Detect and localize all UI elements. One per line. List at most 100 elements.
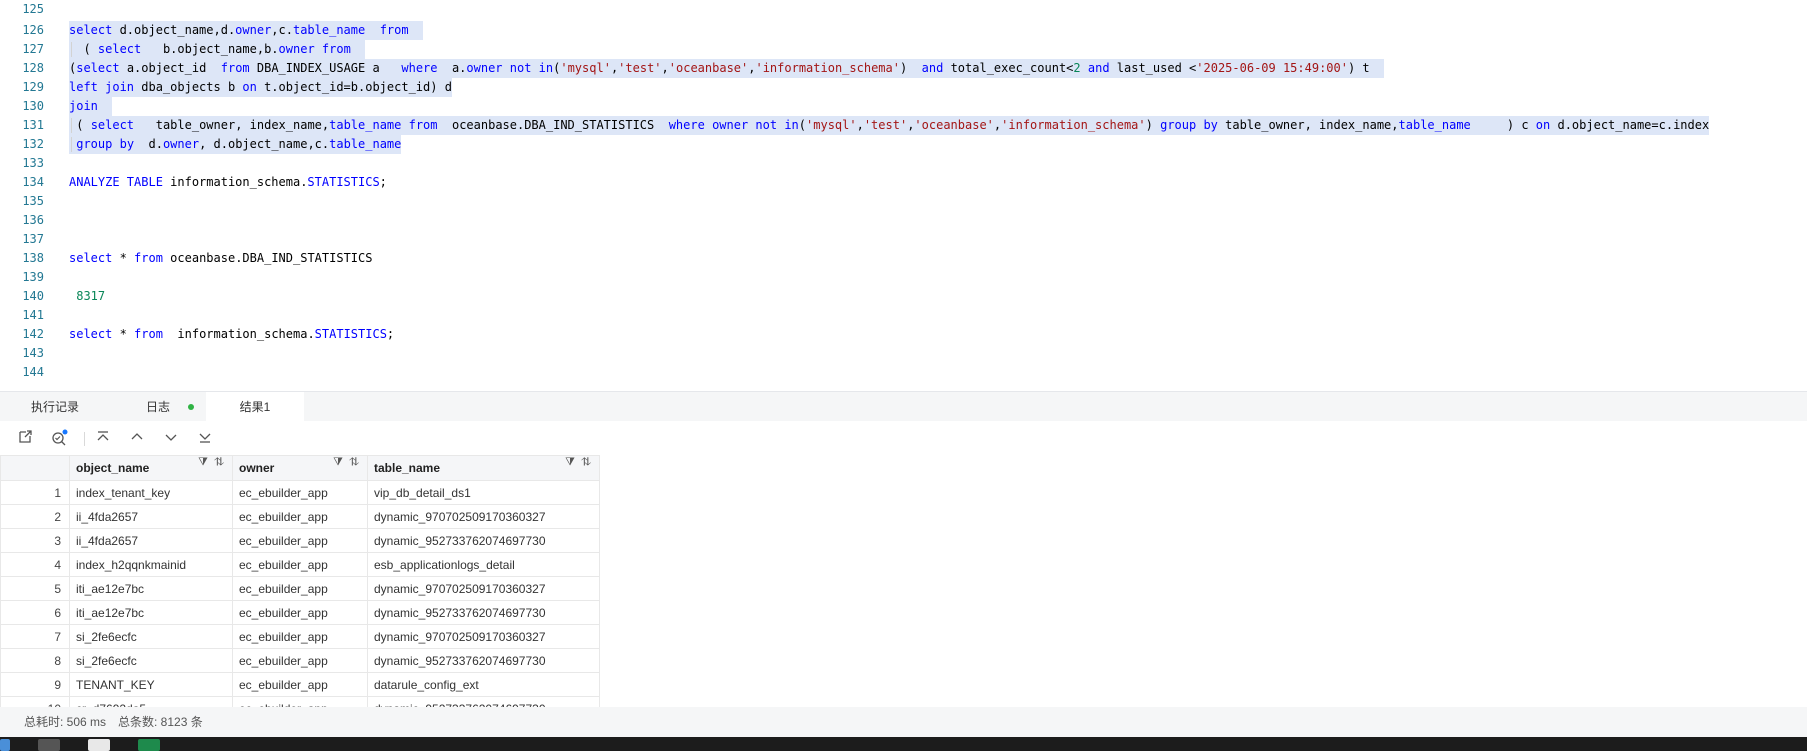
editor-line[interactable]: 126 select d.object_name,d.owner,c.table_…: [0, 21, 1807, 40]
editor-line[interactable]: 127 ( select b.object_name,b.owner from: [0, 40, 1807, 59]
export-icon[interactable]: [16, 429, 34, 447]
cell-owner[interactable]: ec_ebuilder_app: [232, 696, 368, 707]
editor-line[interactable]: 132 group by d.owner, d.object_name,c.ta…: [0, 135, 1807, 154]
cell-table-name[interactable]: dynamic_970702509170360327: [367, 624, 600, 649]
code-text: 8317: [69, 287, 105, 306]
editor-line[interactable]: 131 ( select table_owner, index_name,tab…: [0, 116, 1807, 135]
cell-table-name[interactable]: dynamic_952733762074697730: [367, 600, 600, 625]
last-page-icon[interactable]: [196, 429, 214, 447]
code-token: ) t: [1347, 61, 1385, 75]
first-page-icon[interactable]: [94, 429, 112, 447]
editor-line[interactable]: 141: [0, 306, 1807, 325]
cell-object-name[interactable]: index_h2qqnkmainid: [69, 552, 233, 577]
table-row[interactable]: 8 si_2fe6ecfc ec_ebuilder_app dynamic_95273…: [0, 648, 600, 673]
code-text: ( select table_owner, index_name,table_n…: [69, 116, 1710, 135]
code-token: t.object_id=b.object_id) d: [256, 80, 452, 94]
cell-table-name[interactable]: dynamic_970702509170360327: [367, 504, 600, 529]
table-row[interactable]: 4 index_h2qqnkmainid ec_ebuilder_app esb_ap…: [0, 552, 600, 577]
cell-table-name[interactable]: dynamic_952733762074697730: [367, 696, 600, 707]
cell-object-name[interactable]: cr_d7692da5: [69, 696, 233, 707]
tab-log[interactable]: 日志: [110, 392, 206, 422]
row-number: 7: [0, 624, 70, 649]
table-row[interactable]: 1 index_tenant_key ec_ebuilder_app vip_db_d…: [0, 480, 600, 505]
terminal-icon[interactable]: [38, 739, 60, 751]
cell-table-name[interactable]: dynamic_970702509170360327: [367, 576, 600, 601]
code-token: *: [112, 251, 135, 265]
cell-object-name[interactable]: si_2fe6ecfc: [69, 648, 233, 673]
filter-icon[interactable]: ⧩: [333, 457, 343, 469]
cell-owner[interactable]: ec_ebuilder_app: [232, 600, 368, 625]
cell-object-name[interactable]: iti_ae12e7bc: [69, 600, 233, 625]
editor-line[interactable]: 136: [0, 211, 1807, 230]
editor-line[interactable]: 140 8317: [0, 287, 1807, 306]
cell-object-name[interactable]: index_tenant_key: [69, 480, 233, 505]
filter-icon[interactable]: ⧩: [565, 457, 575, 469]
editor-line[interactable]: 138 select * from oceanbase.DBA_IND_STATI…: [0, 249, 1807, 268]
search-settings-icon[interactable]: [50, 429, 68, 447]
cell-owner[interactable]: ec_ebuilder_app: [232, 528, 368, 553]
editor-line[interactable]: 125: [0, 0, 1807, 19]
editor-line[interactable]: 143: [0, 344, 1807, 363]
editor-line[interactable]: 134 ANALYZE TABLE information_schema.STAT…: [0, 173, 1807, 192]
sort-icon[interactable]: ⇅: [581, 457, 591, 469]
cell-owner[interactable]: ec_ebuilder_app: [232, 672, 368, 697]
cell-owner[interactable]: ec_ebuilder_app: [232, 648, 368, 673]
editor-line[interactable]: 129 left join dba_objects b on t.object_i…: [0, 78, 1807, 97]
editor-line[interactable]: 130 join: [0, 97, 1807, 116]
table-row[interactable]: 10cr_d7692da5ec_ebuilder_appdynamic_9527…: [0, 696, 600, 707]
cell-table-name[interactable]: esb_applicationlogs_detail: [367, 552, 600, 577]
filter-icon[interactable]: ⧩: [198, 457, 208, 469]
column-header-owner[interactable]: owner ⧩ ⇅: [232, 455, 368, 481]
sql-editor[interactable]: 125 126 select d.object_name,d.owner,c.tab…: [0, 0, 1807, 391]
previous-icon[interactable]: [128, 429, 146, 447]
result-grid: object_name ⧩ ⇅ owner ⧩ ⇅ table_name ⧩ ⇅: [0, 455, 600, 707]
cell-object-name[interactable]: si_2fe6ecfc: [69, 624, 233, 649]
code-token: owner: [712, 118, 749, 132]
cell-owner[interactable]: ec_ebuilder_app: [232, 504, 368, 529]
editor-line[interactable]: 128 (select a.object_id from DBA_INDEX_US…: [0, 59, 1807, 78]
spreadsheet-icon[interactable]: [138, 739, 160, 751]
cell-table-name[interactable]: dynamic_952733762074697730: [367, 528, 600, 553]
table-row[interactable]: 7 si_2fe6ecfc ec_ebuilder_app dynamic_97070…: [0, 624, 600, 649]
sort-icon[interactable]: ⇅: [214, 457, 224, 469]
notepad-icon[interactable]: [88, 739, 110, 751]
cell-owner[interactable]: ec_ebuilder_app: [232, 576, 368, 601]
editor-line[interactable]: 137: [0, 230, 1807, 249]
code-token: on: [1535, 118, 1551, 132]
cell-owner[interactable]: ec_ebuilder_app: [232, 480, 368, 505]
app-icon[interactable]: [0, 739, 10, 751]
next-icon[interactable]: [162, 429, 180, 447]
cell-object-name[interactable]: ii_4fda2657: [69, 504, 233, 529]
tab-execution-history[interactable]: 执行记录: [0, 392, 110, 422]
cell-object-name[interactable]: TENANT_KEY: [69, 672, 233, 697]
cell-owner[interactable]: ec_ebuilder_app: [232, 552, 368, 577]
editor-line[interactable]: 135: [0, 192, 1807, 211]
editor-line[interactable]: 142 select * from information_schema.STAT…: [0, 325, 1807, 344]
column-header-object-name[interactable]: object_name ⧩ ⇅: [69, 455, 233, 481]
column-header-actions: ⧩ ⇅: [198, 457, 224, 470]
table-row[interactable]: 9 TENANT_KEY ec_ebuilder_app datarule_confi…: [0, 672, 600, 697]
code-token: from: [321, 42, 351, 56]
editor-line[interactable]: 144: [0, 363, 1807, 382]
row-number: 9: [0, 672, 70, 697]
editor-line[interactable]: 133: [0, 154, 1807, 173]
sort-icon[interactable]: ⇅: [349, 457, 359, 469]
code-token: ;: [379, 175, 387, 189]
tab-result-1[interactable]: 结果1: [206, 392, 304, 422]
editor-line[interactable]: 139: [0, 268, 1807, 287]
table-row[interactable]: 5 iti_ae12e7bc ec_ebuilder_app dynamic_9707…: [0, 576, 600, 601]
code-token: ): [899, 61, 922, 75]
code-token: table_owner, index_name,: [134, 118, 330, 132]
cell-object-name[interactable]: ii_4fda2657: [69, 528, 233, 553]
line-number: 127: [22, 42, 44, 56]
cell-table-name[interactable]: dynamic_952733762074697730: [367, 648, 600, 673]
cell-table-name[interactable]: datarule_config_ext: [367, 672, 600, 697]
cell-table-name[interactable]: vip_db_detail_ds1: [367, 480, 600, 505]
table-row[interactable]: 3 ii_4fda2657 ec_ebuilder_app dynamic_95273…: [0, 528, 600, 553]
cell-object-name[interactable]: iti_ae12e7bc: [69, 576, 233, 601]
column-header-table-name[interactable]: table_name ⧩ ⇅: [367, 455, 600, 481]
table-row[interactable]: 6 iti_ae12e7bc ec_ebuilder_app dynamic_9527…: [0, 600, 600, 625]
table-row[interactable]: 2 ii_4fda2657 ec_ebuilder_app dynamic_97070…: [0, 504, 600, 529]
code-token: a.: [437, 61, 467, 75]
cell-owner[interactable]: ec_ebuilder_app: [232, 624, 368, 649]
